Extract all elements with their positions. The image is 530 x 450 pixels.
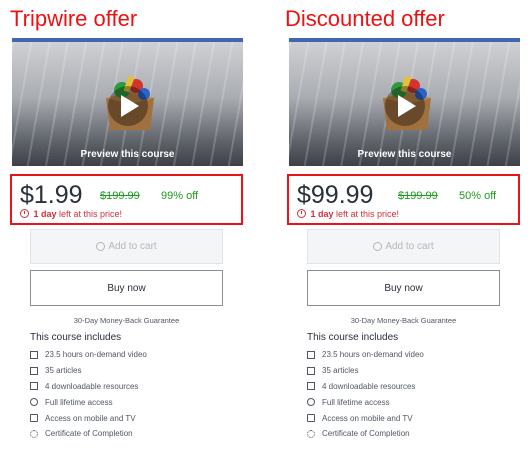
timer-days: 1 day — [33, 209, 57, 219]
loading-spinner-icon — [373, 242, 383, 251]
download-icon — [307, 382, 315, 391]
video-icon — [30, 350, 38, 359]
offer-panel-tripwire: Tripwire offer Preview this course $1.99… — [0, 0, 253, 450]
video-icon — [307, 350, 315, 359]
includes-title: This course includes — [30, 332, 122, 343]
buy-now-button[interactable]: Buy now — [30, 270, 223, 306]
file-icon — [307, 366, 315, 375]
download-icon — [30, 382, 38, 391]
original-price: $199.99 — [100, 190, 140, 202]
list-item: 23.5 hours on-demand video — [30, 347, 147, 363]
price-timer: 1 day left at this price! — [297, 209, 399, 219]
list-item: Full lifetime access — [307, 394, 424, 410]
list-item: 4 downloadable resources — [30, 379, 147, 395]
buy-now-button[interactable]: Buy now — [307, 270, 500, 306]
add-to-cart-button[interactable]: Add to cart — [30, 229, 223, 264]
offer-panel-discounted: Discounted offer Preview this course $99… — [277, 0, 530, 450]
list-item: 4 downloadable resources — [307, 379, 424, 395]
timer-text: left at this price! — [333, 209, 400, 219]
money-back-guarantee: 30-Day Money-Back Guarantee — [73, 316, 180, 325]
mobile-icon — [307, 414, 315, 423]
timer-days: 1 day — [310, 209, 334, 219]
feature-list: 23.5 hours on-demand video 35 articles 4… — [307, 347, 424, 442]
certificate-icon — [307, 429, 315, 438]
add-to-cart-label: Add to cart — [108, 241, 157, 252]
price-highlight-box: $99.99 $199.99 50% off 1 day left at thi… — [287, 174, 520, 225]
list-item: Full lifetime access — [30, 394, 147, 410]
current-price: $99.99 — [297, 181, 374, 209]
play-button-icon[interactable] — [108, 86, 148, 126]
price-highlight-box: $1.99 $199.99 99% off 1 day left at this… — [10, 174, 243, 225]
infinity-icon — [307, 398, 315, 407]
list-item: Access on mobile and TV — [30, 410, 147, 426]
course-preview[interactable]: Preview this course — [12, 42, 243, 166]
list-item: 23.5 hours on-demand video — [307, 347, 424, 363]
alarm-clock-icon — [297, 209, 306, 218]
discount-percent: 50% off — [459, 190, 497, 202]
certificate-icon — [30, 429, 38, 438]
preview-label: Preview this course — [80, 149, 175, 160]
add-to-cart-label: Add to cart — [385, 241, 434, 252]
list-item: 35 articles — [307, 363, 424, 379]
list-item: 35 articles — [30, 363, 147, 379]
play-button-icon[interactable] — [385, 86, 425, 126]
panel-heading: Tripwire offer — [10, 6, 138, 31]
list-item: Certificate of Completion — [30, 426, 147, 442]
preview-label: Preview this course — [357, 149, 452, 160]
alarm-clock-icon — [20, 209, 29, 218]
add-to-cart-button[interactable]: Add to cart — [307, 229, 500, 264]
original-price: $199.99 — [398, 190, 438, 202]
current-price: $1.99 — [20, 181, 83, 209]
discount-percent: 99% off — [161, 190, 199, 202]
panel-heading: Discounted offer — [285, 6, 445, 31]
loading-spinner-icon — [96, 242, 106, 251]
file-icon — [30, 366, 38, 375]
list-item: Access on mobile and TV — [307, 410, 424, 426]
money-back-guarantee: 30-Day Money-Back Guarantee — [350, 316, 457, 325]
price-timer: 1 day left at this price! — [20, 209, 122, 219]
includes-title: This course includes — [307, 332, 399, 343]
timer-text: left at this price! — [56, 209, 123, 219]
infinity-icon — [30, 398, 38, 407]
feature-list: 23.5 hours on-demand video 35 articles 4… — [30, 347, 147, 442]
mobile-icon — [30, 414, 38, 423]
course-preview[interactable]: Preview this course — [289, 42, 520, 166]
list-item: Certificate of Completion — [307, 426, 424, 442]
